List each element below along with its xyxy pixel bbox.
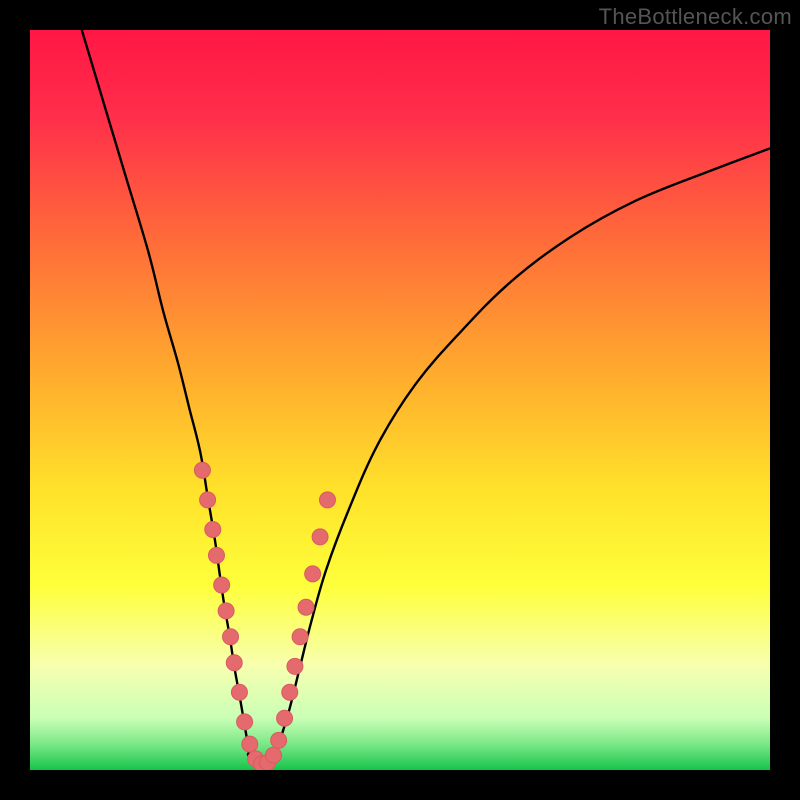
data-point bbox=[319, 492, 335, 508]
chart-frame: TheBottleneck.com bbox=[0, 0, 800, 800]
data-point bbox=[277, 710, 293, 726]
data-point bbox=[242, 736, 258, 752]
data-point bbox=[287, 658, 303, 674]
plot-area bbox=[30, 30, 770, 770]
watermark-label: TheBottleneck.com bbox=[599, 4, 792, 30]
data-point bbox=[208, 547, 224, 563]
data-point bbox=[200, 492, 216, 508]
data-point bbox=[226, 655, 242, 671]
data-point bbox=[237, 714, 253, 730]
data-markers bbox=[194, 462, 335, 770]
data-point bbox=[218, 603, 234, 619]
data-point bbox=[223, 629, 239, 645]
data-point bbox=[282, 684, 298, 700]
data-point bbox=[265, 747, 281, 763]
data-point bbox=[298, 599, 314, 615]
data-point bbox=[305, 566, 321, 582]
bottleneck-curve bbox=[30, 30, 770, 770]
data-point bbox=[312, 529, 328, 545]
data-point bbox=[194, 462, 210, 478]
data-point bbox=[205, 522, 221, 538]
data-point bbox=[271, 732, 287, 748]
data-point bbox=[231, 684, 247, 700]
data-point bbox=[292, 629, 308, 645]
data-point bbox=[214, 577, 230, 593]
curve-path bbox=[82, 30, 770, 766]
